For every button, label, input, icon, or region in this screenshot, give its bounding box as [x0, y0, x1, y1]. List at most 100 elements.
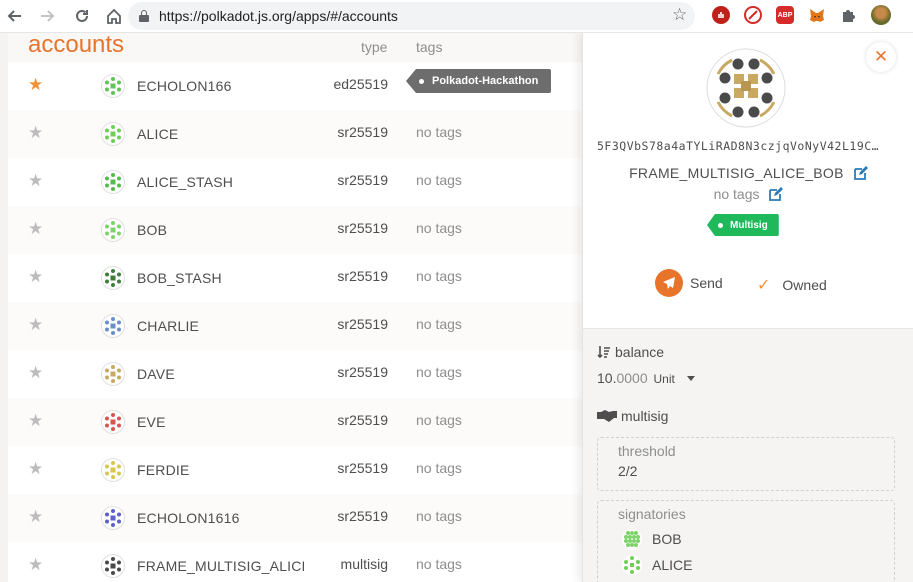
send-button[interactable]: Send: [655, 269, 723, 297]
account-row[interactable]: ★ DAVE sr25519 no tags: [8, 350, 582, 398]
sort-amount-icon: [597, 346, 610, 359]
account-identicon[interactable]: [101, 458, 125, 482]
favorite-star-icon[interactable]: ★: [28, 76, 43, 93]
forward-arrow-icon[interactable]: [36, 4, 60, 28]
account-type: sr25519: [337, 364, 388, 380]
send-label: Send: [690, 275, 723, 291]
balance-label: balance: [615, 344, 665, 360]
multisig-tag-badge: Multisig: [707, 214, 779, 236]
account-name: BOB: [137, 222, 168, 238]
favorite-star-icon[interactable]: ★: [28, 364, 43, 381]
account-tags: no tags: [416, 460, 462, 476]
account-name: ALICE: [137, 126, 179, 142]
favorite-star-icon[interactable]: ★: [28, 460, 43, 477]
account-tags: no tags: [416, 268, 462, 284]
account-row[interactable]: ★ BOB_STASH sr25519 no tags: [8, 254, 582, 302]
account-tags: no tags: [416, 556, 462, 572]
account-identicon[interactable]: [101, 362, 125, 386]
account-type: sr25519: [337, 412, 388, 428]
favorite-star-icon[interactable]: ★: [28, 172, 43, 189]
edit-name-icon[interactable]: [854, 166, 868, 183]
ublock-icon[interactable]: [712, 6, 730, 24]
account-name: CHARLIE: [137, 318, 200, 334]
account-identicon[interactable]: [101, 314, 125, 338]
account-identicon[interactable]: [101, 554, 125, 578]
account-tag-badge: Polkadot-Hackathon: [406, 69, 552, 93]
account-tags: no tags: [416, 124, 462, 140]
account-name: ECHOLON1616: [137, 510, 240, 526]
account-row[interactable]: ★ EVE sr25519 no tags: [8, 398, 582, 446]
signatory-item[interactable]: ALICE: [622, 555, 692, 575]
column-header-type: type: [361, 39, 388, 55]
accounts-table: accounts type tags ★ ECHOLON166 ed25519 Pol…: [8, 33, 582, 582]
favorite-star-icon[interactable]: ★: [28, 268, 43, 285]
account-name: DAVE: [137, 366, 175, 382]
account-tags: no tags: [416, 316, 462, 332]
account-row[interactable]: ★ FERDIE sr25519 no tags: [8, 446, 582, 494]
address-bar[interactable]: https://polkadot.js.org/apps/#/accounts: [128, 2, 695, 30]
threshold-box: threshold 2/2: [597, 437, 895, 491]
favorite-star-icon[interactable]: ★: [28, 412, 43, 429]
adblock-plus-icon[interactable]: ABP: [776, 6, 794, 24]
close-icon[interactable]: ✕: [866, 42, 896, 72]
account-tags: no tags: [713, 186, 760, 202]
threshold-label: threshold: [618, 443, 676, 459]
column-header-tags: tags: [416, 39, 443, 55]
favorite-star-icon[interactable]: ★: [28, 220, 43, 237]
account-row[interactable]: ★ ALICE_STASH sr25519 no tags: [8, 158, 582, 206]
account-identicon[interactable]: [101, 122, 125, 146]
profile-avatar[interactable]: [871, 5, 891, 25]
bookmark-star-icon[interactable]: ☆: [672, 5, 687, 25]
url-text[interactable]: https://polkadot.js.org/apps/#/accounts: [159, 8, 398, 24]
signatory-item[interactable]: BOB: [622, 529, 682, 549]
account-identicon[interactable]: [101, 74, 125, 98]
favorite-star-icon[interactable]: ★: [28, 124, 43, 141]
signatory-identicon: [622, 529, 642, 549]
account-row[interactable]: ★ BOB sr25519 no tags: [8, 206, 582, 254]
puzzle-extensions-icon[interactable]: [840, 6, 858, 24]
account-tags: no tags: [416, 412, 462, 428]
signatories-label: signatories: [618, 506, 686, 522]
balance-heading: balance: [597, 344, 664, 360]
account-identicon[interactable]: [101, 266, 125, 290]
account-tags: no tags: [416, 508, 462, 524]
account-row[interactable]: ★ FRAME_MULTISIG_ALICE_BOB multisig no tags: [8, 542, 582, 582]
account-row[interactable]: ★ ECHOLON1616 sr25519 no tags: [8, 494, 582, 542]
favorite-star-icon[interactable]: ★: [28, 508, 43, 525]
balance-decimal: 0000: [616, 370, 648, 386]
account-type: sr25519: [337, 220, 388, 236]
account-identicon[interactable]: [101, 170, 125, 194]
threshold-value: 2/2: [618, 463, 638, 479]
account-row[interactable]: ★ CHARLIE sr25519 no tags: [8, 302, 582, 350]
balance-value[interactable]: 10.0000 Unit: [597, 370, 695, 386]
back-arrow-icon[interactable]: [2, 4, 26, 28]
account-name: ALICE_STASH: [137, 174, 234, 190]
browser-toolbar: https://polkadot.js.org/apps/#/accounts …: [0, 0, 913, 33]
block-icon[interactable]: [744, 6, 762, 24]
edit-tags-icon[interactable]: [769, 187, 784, 204]
metamask-icon[interactable]: [808, 6, 826, 24]
account-name: BOB_STASH: [137, 270, 222, 286]
account-name: FERDIE: [137, 462, 190, 478]
account-identicon[interactable]: [101, 506, 125, 530]
paper-plane-icon: [655, 269, 683, 297]
owned-label: Owned: [782, 277, 827, 293]
multisig-label: multisig: [621, 408, 669, 424]
account-type: sr25519: [337, 316, 388, 332]
favorite-star-icon[interactable]: ★: [28, 316, 43, 333]
account-tags: no tags: [416, 364, 462, 380]
signatory-name: ALICE: [652, 557, 693, 573]
favorite-star-icon[interactable]: ★: [28, 556, 43, 573]
account-identicon[interactable]: [101, 410, 125, 434]
account-row[interactable]: ★ ALICE sr25519 no tags: [8, 110, 582, 158]
page-title: accounts: [28, 33, 125, 58]
account-address[interactable]: 5F3QVbS78a4aTYLiRAD8N3czjqVoNyV42L19C…: [597, 139, 897, 153]
account-row[interactable]: ★ ECHOLON166 ed25519 Polkadot-Hackathon: [8, 62, 582, 110]
account-identicon: [706, 48, 786, 128]
account-identicon[interactable]: [101, 218, 125, 242]
reload-icon[interactable]: [70, 4, 94, 28]
caret-down-icon[interactable]: [686, 376, 695, 381]
app-page: accounts type tags ★ ECHOLON166 ed25519 Pol…: [0, 33, 913, 582]
home-icon[interactable]: [102, 4, 126, 28]
lock-icon: [139, 10, 149, 22]
